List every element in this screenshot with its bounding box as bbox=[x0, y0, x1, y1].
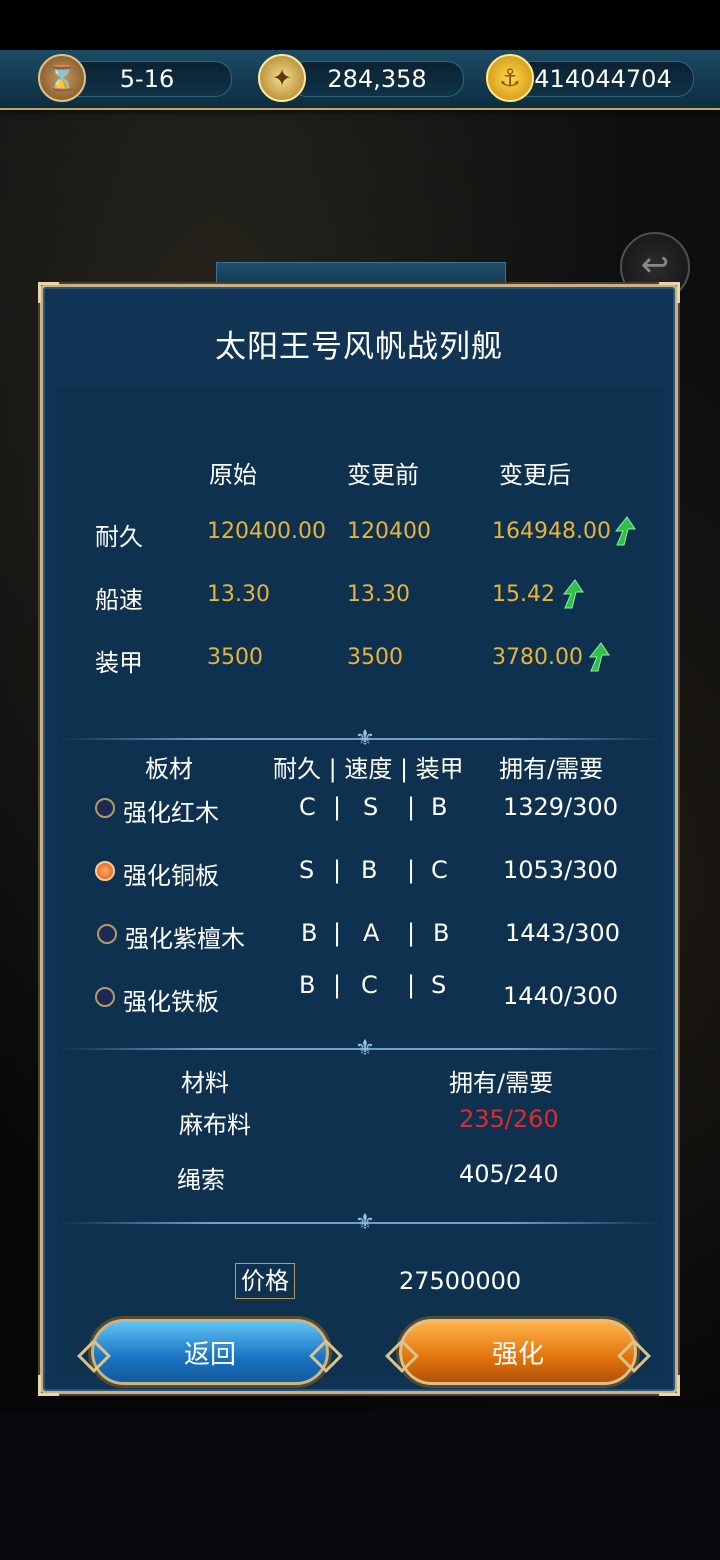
up-arrow-icon bbox=[614, 516, 636, 546]
grade-separator: | bbox=[407, 919, 416, 947]
grade-separator: | bbox=[407, 971, 416, 999]
stat-speed-original: 13.30 bbox=[207, 582, 270, 607]
enhance-dialog: 太阳王号风帆战列舰 原始 变更前 变更后 耐久 120400.00 120400… bbox=[38, 282, 680, 1396]
stat-speed-after: 15.42 bbox=[492, 582, 555, 607]
stat-armor-before: 3500 bbox=[347, 645, 403, 670]
corner-ornament bbox=[38, 282, 59, 303]
grade-armor: B bbox=[433, 919, 450, 947]
material-owned: 405/240 bbox=[459, 1160, 559, 1188]
material-name: 绳索 bbox=[177, 1166, 225, 1194]
grade-durability: B bbox=[301, 919, 318, 947]
enhance-button-label: 强化 bbox=[491, 1340, 544, 1370]
divider-ornament-icon: ⚜ bbox=[355, 1036, 375, 1061]
compass-icon: ✦ bbox=[258, 54, 306, 102]
grade-durability: B bbox=[299, 971, 316, 999]
board-owned: 1053/300 bbox=[503, 856, 618, 884]
boards-header-grades: 耐久 | 速度 | 装甲 bbox=[273, 755, 464, 783]
radio-button[interactable] bbox=[95, 798, 115, 818]
grade-separator: | bbox=[333, 793, 342, 821]
back-button[interactable]: 返回 bbox=[77, 1319, 343, 1385]
up-arrow-icon bbox=[588, 642, 610, 672]
divider-ornament-icon: ⚜ bbox=[355, 726, 375, 751]
stat-durability-original: 120400.00 bbox=[207, 519, 326, 544]
grade-speed: S bbox=[363, 793, 379, 821]
grade-speed: A bbox=[363, 919, 380, 947]
turn-counter: 5-16 bbox=[62, 61, 232, 97]
materials-header-name: 材料 bbox=[181, 1069, 229, 1097]
reputation-value: 284,358 bbox=[327, 65, 427, 93]
up-arrow-icon bbox=[562, 579, 584, 609]
stat-speed-before: 13.30 bbox=[347, 582, 410, 607]
corner-ornament bbox=[38, 1375, 59, 1396]
grade-armor: S bbox=[431, 971, 447, 999]
grade-separator: | bbox=[333, 919, 342, 947]
stat-label-durability: 耐久 bbox=[95, 523, 143, 551]
material-owned-insufficient: 235/260 bbox=[459, 1105, 559, 1133]
header-original: 原始 bbox=[209, 461, 257, 489]
header-after: 变更后 bbox=[499, 461, 571, 489]
gold-counter: 414044704 bbox=[512, 61, 694, 97]
status-bar-area bbox=[0, 0, 720, 50]
stat-armor-after: 3780.00 bbox=[492, 645, 583, 670]
grade-armor: C bbox=[431, 856, 448, 884]
grade-separator: | bbox=[407, 856, 416, 884]
radio-button[interactable] bbox=[97, 924, 117, 944]
corner-ornament bbox=[659, 1375, 680, 1396]
resource-bar: 5-16 ⌛ 284,358 ✦ 414044704 ⚓ bbox=[0, 50, 720, 110]
stat-armor-original: 3500 bbox=[207, 645, 263, 670]
grade-separator: | bbox=[407, 793, 416, 821]
dialog-title: 太阳王号风帆战列舰 bbox=[215, 329, 503, 365]
board-owned: 1329/300 bbox=[503, 793, 618, 821]
grade-separator: | bbox=[333, 856, 342, 884]
dialog-content: 原始 变更前 变更后 耐久 120400.00 120400 164948.00… bbox=[57, 387, 663, 1377]
grade-speed: B bbox=[361, 856, 378, 884]
stat-label-speed: 船速 bbox=[95, 586, 143, 614]
anchor-coin-icon: ⚓ bbox=[486, 54, 534, 102]
grade-separator: | bbox=[333, 971, 342, 999]
gold-value: 414044704 bbox=[534, 65, 672, 93]
stat-durability-after: 164948.00 bbox=[492, 519, 611, 544]
board-name: 强化铜板 bbox=[123, 862, 219, 890]
turn-value: 5-16 bbox=[119, 65, 175, 93]
boards-header-owned: 拥有/需要 bbox=[499, 755, 604, 783]
grade-speed: C bbox=[361, 971, 378, 999]
divider-ornament-icon: ⚜ bbox=[355, 1210, 375, 1235]
hourglass-icon: ⌛ bbox=[38, 54, 86, 102]
stat-label-armor: 装甲 bbox=[95, 649, 143, 677]
grade-armor: B bbox=[431, 793, 448, 821]
grade-durability: C bbox=[299, 793, 316, 821]
enhance-button[interactable]: 强化 bbox=[385, 1319, 651, 1385]
price-value: 27500000 bbox=[399, 1267, 522, 1295]
back-button-label: 返回 bbox=[183, 1340, 236, 1370]
board-name: 强化铁板 bbox=[123, 988, 219, 1016]
radio-button-selected[interactable] bbox=[95, 861, 115, 881]
corner-ornament bbox=[659, 282, 680, 303]
material-name: 麻布料 bbox=[179, 1111, 251, 1139]
board-owned: 1440/300 bbox=[503, 982, 618, 1010]
materials-header-owned: 拥有/需要 bbox=[449, 1069, 554, 1097]
price-label: 价格 bbox=[235, 1263, 295, 1299]
reputation-counter: 284,358 bbox=[290, 61, 464, 97]
header-before: 变更前 bbox=[347, 461, 419, 489]
board-name: 强化紫檀木 bbox=[125, 925, 245, 953]
boards-header-name: 板材 bbox=[145, 755, 193, 783]
radio-button[interactable] bbox=[95, 987, 115, 1007]
board-owned: 1443/300 bbox=[505, 919, 620, 947]
stat-durability-before: 120400 bbox=[347, 519, 431, 544]
grade-durability: S bbox=[299, 856, 315, 884]
board-name: 强化红木 bbox=[123, 799, 219, 827]
